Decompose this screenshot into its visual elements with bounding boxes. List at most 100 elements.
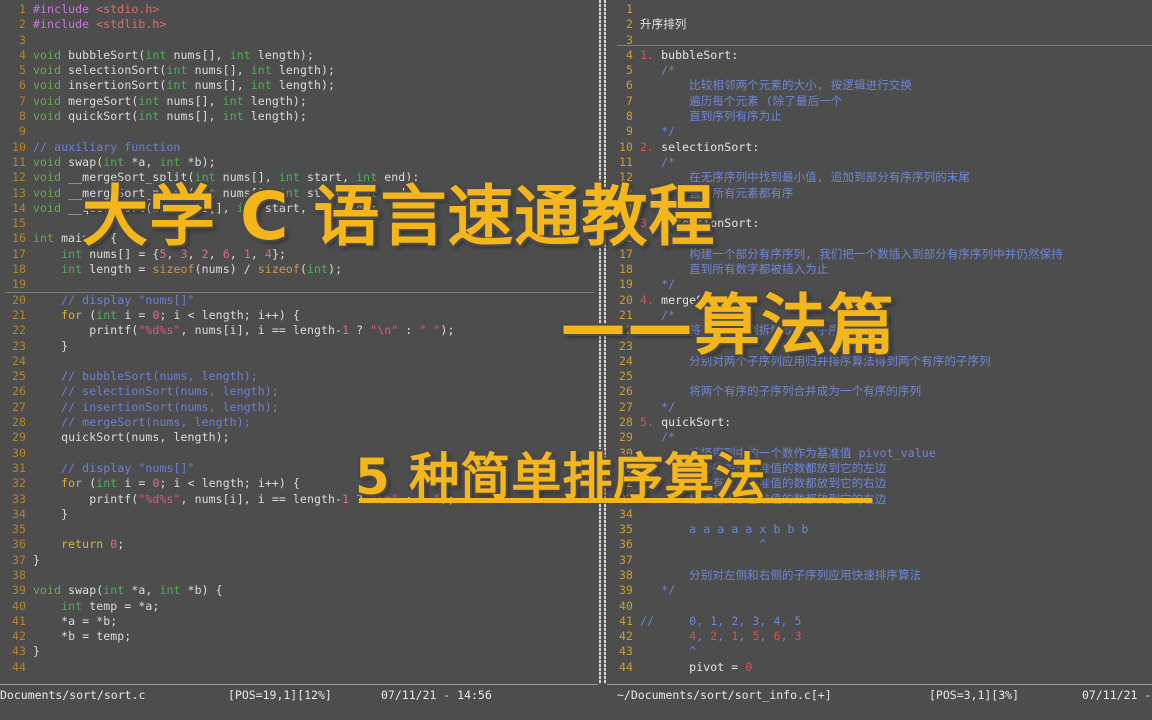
code-line: 25 // bubbleSort(nums, length);	[0, 369, 598, 384]
line-number: 26	[618, 384, 633, 399]
code-text: 2. selectionSort:	[640, 139, 760, 154]
code-line: 36 ^	[607, 537, 1152, 552]
code-text: // 0, 1, 2, 3, 4, 5	[640, 613, 802, 628]
line-number: 17	[11, 246, 26, 261]
line-number: 15	[618, 216, 633, 231]
line-number: 22	[11, 323, 26, 338]
line-number: 25	[618, 369, 633, 384]
editor-pane-right[interactable]: 1 2 升序排列 3 4 1. bubbleSort: 5 /* 6 比较相邻两个元素的大小,…	[607, 0, 1152, 684]
line-number: 21	[618, 307, 633, 322]
code-text: quickSort(nums, length);	[33, 430, 230, 445]
code-line: 34	[607, 507, 1152, 522]
code-line: 18 int length = sizeof(nums) / sizeof(in…	[0, 262, 598, 277]
code-line: 39 void swap(int *a, int *b) {	[0, 583, 598, 598]
code-line: 18 直到所有数字都被插入为止	[607, 262, 1152, 277]
code-text: /*	[640, 231, 676, 246]
line-number: 35	[618, 522, 633, 537]
statusbar-left-filename: Documents/sort/sort.c	[0, 688, 146, 702]
line-number: 43	[618, 644, 633, 659]
line-number: 36	[618, 537, 633, 552]
code-line: 34 }	[0, 507, 598, 522]
line-number: 29	[11, 430, 26, 445]
code-line: 40	[607, 599, 1152, 614]
code-text: // display "nums[]"	[61, 460, 195, 475]
code-line: 6 比较相邻两个元素的大小, 按逻辑进行交换	[607, 78, 1152, 93]
code-text: }	[33, 644, 41, 659]
code-text: #include <stdio.h>	[33, 2, 160, 16]
code-line: 5 void selectionSort(int nums[], int leng…	[0, 63, 598, 78]
code-text: ^	[640, 644, 697, 659]
line-number: 32	[11, 476, 26, 491]
code-line: 26 // selectionSort(nums, length);	[0, 384, 598, 399]
line-number: 12	[618, 170, 633, 185]
line-number: 13	[11, 185, 26, 200]
editor-pane-left[interactable]: 1 #include <stdio.h> 2 #include <stdlib.h> 3…	[0, 0, 598, 684]
code-text: // auxiliary function	[33, 139, 181, 154]
code-text: 直到所有元素都有序	[640, 185, 794, 200]
code-text: */	[640, 399, 676, 414]
line-number: 32	[618, 476, 633, 491]
line-number: 23	[618, 338, 633, 353]
line-number: 43	[11, 644, 26, 659]
line-number: 5	[18, 63, 26, 78]
line-number: 30	[11, 445, 26, 460]
statusbar-right: ~/Documents/sort/sort_info.c[+] [POS=3,1…	[607, 684, 1152, 720]
line-number: 37	[618, 552, 633, 567]
code-line: 29 /*	[607, 430, 1152, 445]
line-number: 11	[11, 154, 26, 169]
code-text: 5. quickSort:	[640, 415, 732, 430]
code-text: void mergeSort(int nums[], int length);	[33, 93, 307, 108]
statusbar-right-position: [POS=3,1][3%]	[929, 688, 1020, 702]
code-line: 1	[607, 2, 1152, 17]
code-text: 直到所有数字都被插入为止	[640, 262, 829, 277]
code-text: 把所有关于基准值的数都放到它的左边	[640, 460, 887, 475]
line-number: 27	[618, 399, 633, 414]
line-number: 10	[11, 139, 26, 154]
code-text: void insertionSort(int nums[], int lengt…	[33, 78, 336, 93]
code-line: 27 // insertionSort(nums, length);	[0, 400, 598, 415]
line-number: 5	[625, 63, 633, 78]
line-number: 40	[11, 598, 26, 613]
code-listing-right: 1 2 升序排列 3 4 1. bubbleSort: 5 /* 6 比较相邻两个元素的大小,…	[607, 2, 1152, 675]
code-text: */	[640, 200, 676, 215]
line-number: 8	[18, 109, 26, 124]
code-line: 42 *b = temp;	[0, 629, 598, 644]
line-number: 31	[618, 460, 633, 475]
line-number: 17	[618, 246, 633, 261]
line-number: 21	[11, 307, 26, 322]
code-line: 26 将两个有序的子序列合并成为一个有序的序列	[607, 384, 1152, 399]
line-number: 15	[11, 216, 26, 231]
code-line: 2 升序排列	[607, 17, 1152, 32]
code-text: 把所有大于基准值的数都放到它的右边	[640, 491, 887, 506]
code-text: */	[640, 124, 676, 139]
code-text: int main() {	[33, 231, 118, 246]
code-line: 38 分别对左侧和右侧的子序列应用快速排序算法	[607, 568, 1152, 583]
code-line: 33 printf("%d%s", nums[i], i == length-1…	[0, 492, 598, 507]
line-number: 18	[618, 262, 633, 277]
code-line: 12 void __mergeSort_split(int nums[], int…	[0, 170, 598, 185]
code-line: 20 // display "nums[]"	[0, 293, 598, 308]
line-number: 22	[618, 323, 633, 338]
code-line: 4 1. bubbleSort:	[607, 48, 1152, 63]
code-text: 升序排列	[640, 17, 687, 32]
code-text: 把所有大于基准值的数都放到它的右边	[640, 476, 887, 491]
code-line: 32 把所有大于基准值的数都放到它的右边	[607, 476, 1152, 491]
code-line: 28 // mergeSort(nums, length);	[0, 415, 598, 430]
statusbar-left-position: [POS=19,1][12%]	[228, 688, 332, 702]
code-text: 4, 2, 1, 5, 6, 3	[689, 629, 802, 644]
code-line: 6 void insertionSort(int nums[], int leng…	[0, 78, 598, 93]
code-line: 36 return 0;	[0, 537, 598, 552]
pane-splitter[interactable]	[598, 0, 607, 684]
line-number: 36	[11, 537, 26, 552]
code-text: pivot = 0	[640, 659, 753, 674]
code-line: 24	[0, 354, 598, 369]
line-number: 20	[618, 292, 633, 307]
line-number: 33	[618, 491, 633, 506]
code-line: 16 /*	[607, 231, 1152, 246]
code-text: */	[640, 583, 676, 598]
line-number: 42	[618, 629, 633, 644]
code-text: 分别对两个子序列应用归并排序算法得到两个有序的子序列	[640, 353, 991, 368]
line-number: 20	[11, 292, 26, 307]
line-number: 37	[11, 552, 26, 567]
code-text: *a = *b;	[33, 613, 118, 628]
